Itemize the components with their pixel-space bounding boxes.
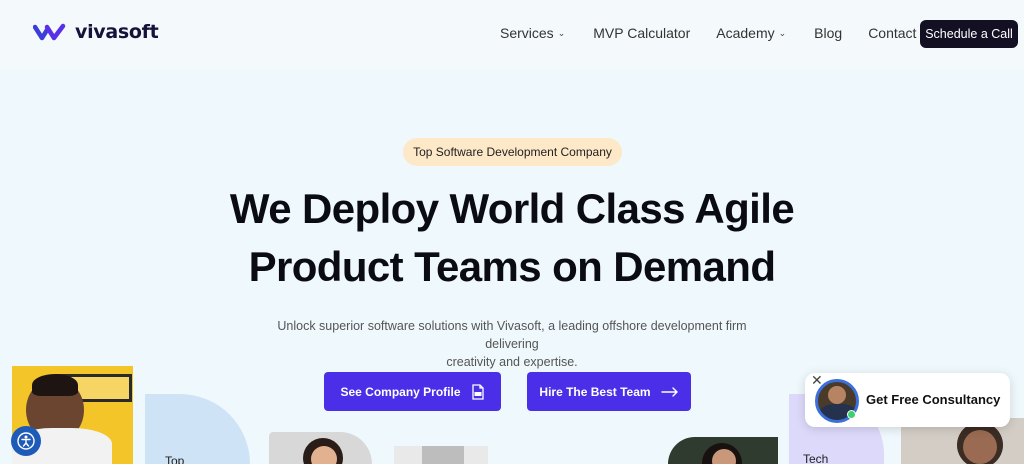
nav-item-contact[interactable]: Contact bbox=[868, 25, 916, 41]
logo[interactable]: vivasoft bbox=[33, 21, 159, 43]
consultancy-label: Get Free Consultancy bbox=[866, 392, 1001, 407]
hero-badge: Top Software Development Company bbox=[403, 138, 622, 166]
main-nav: Services ⌄ MVP Calculator Academy ⌄ Blog… bbox=[500, 25, 916, 41]
headline-line-2: Product Teams on Demand bbox=[248, 243, 776, 290]
team-photo bbox=[394, 446, 488, 464]
see-company-profile-button[interactable]: See Company Profile bbox=[324, 372, 501, 411]
chevron-down-icon: ⌄ bbox=[557, 27, 566, 38]
schedule-call-button[interactable]: Schedule a Call bbox=[920, 20, 1018, 48]
subtext-line-2: creativity and expertise. bbox=[446, 355, 578, 369]
tile-label: Tech bbox=[803, 452, 829, 464]
nav-label: Blog bbox=[814, 25, 843, 41]
nav-label: Contact bbox=[868, 25, 917, 41]
nav-item-blog[interactable]: Blog bbox=[814, 25, 842, 41]
online-status-dot bbox=[847, 410, 856, 419]
nav-item-services[interactable]: Services ⌄ bbox=[500, 25, 565, 41]
nav-label: MVP Calculator bbox=[593, 25, 691, 41]
nav-label: Academy bbox=[716, 25, 775, 41]
accessibility-icon bbox=[17, 432, 35, 450]
headline-line-1: We Deploy World Class Agile bbox=[229, 185, 795, 232]
pdf-icon bbox=[471, 383, 484, 400]
consultancy-widget[interactable]: ✕ Get Free Consultancy bbox=[805, 372, 1010, 427]
arrow-right-icon bbox=[660, 386, 678, 397]
hero-headline: We Deploy World Class Agile Product Team… bbox=[150, 180, 874, 296]
nav-item-mvp-calculator[interactable]: MVP Calculator bbox=[593, 25, 690, 41]
navbar: vivasoft Services ⌄ MVP Calculator Acade… bbox=[0, 0, 1024, 70]
nav-label: Services bbox=[500, 25, 554, 41]
accessibility-button[interactable] bbox=[11, 426, 41, 456]
subtext-line-1: Unlock superior software solutions with … bbox=[277, 319, 747, 351]
hire-best-team-button[interactable]: Hire The Best Team bbox=[527, 372, 691, 411]
team-photo bbox=[668, 437, 778, 464]
logo-mark-icon bbox=[33, 23, 66, 41]
nav-item-academy[interactable]: Academy ⌄ bbox=[716, 25, 786, 41]
chevron-down-icon: ⌄ bbox=[778, 27, 787, 38]
hero-subtext: Unlock superior software solutions with … bbox=[260, 317, 764, 371]
team-photo bbox=[269, 432, 372, 464]
button-label: Hire The Best Team bbox=[539, 384, 651, 399]
button-label: See Company Profile bbox=[340, 384, 461, 399]
tile-label: Top bbox=[165, 454, 185, 464]
logo-text: vivasoft bbox=[75, 21, 159, 43]
